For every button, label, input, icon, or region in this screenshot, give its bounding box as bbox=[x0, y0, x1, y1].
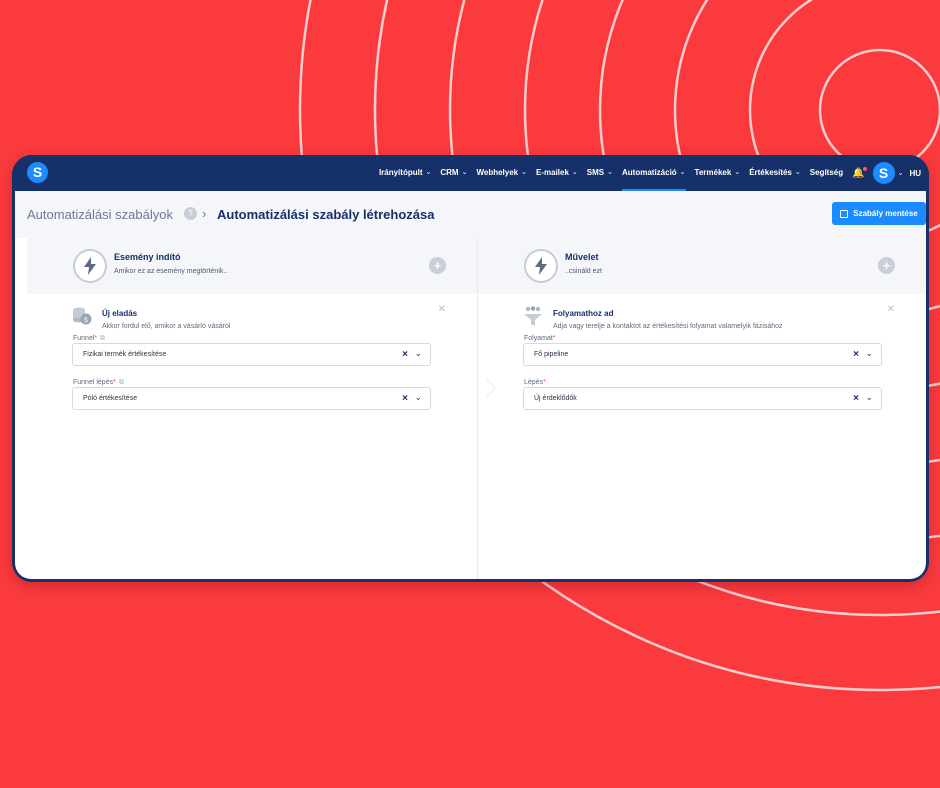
action-section-subtitle: ..csináld ezt bbox=[565, 268, 602, 275]
nav-item-sms[interactable]: SMS ⌄ bbox=[587, 155, 613, 191]
step-label: Lépés* bbox=[524, 379, 546, 386]
svg-text:$: $ bbox=[84, 316, 88, 324]
avatar[interactable]: S bbox=[872, 162, 895, 184]
pipeline-label: Folyamat* bbox=[524, 335, 556, 342]
chevron-down-icon[interactable]: ⌄ bbox=[865, 348, 873, 359]
breadcrumb-separator-icon: › bbox=[202, 206, 207, 221]
action-section-header: Művelet ..csináld ezt + bbox=[478, 238, 926, 294]
chevron-down-icon: ⌄ bbox=[679, 169, 686, 176]
page-title: Automatizálási szabály létrehozása bbox=[217, 207, 435, 222]
trigger-section-subtitle: Amikor ez az esemény megtörténik.. bbox=[114, 268, 228, 275]
nav-item-segitseg[interactable]: Segítség bbox=[810, 155, 843, 191]
add-action-button[interactable]: + bbox=[878, 257, 895, 274]
funnel-people-icon bbox=[524, 306, 542, 326]
trigger-section-header: Esemény indító Amikor ez az esemény megt… bbox=[27, 238, 477, 294]
trigger-item-title: Új eladás bbox=[102, 309, 138, 318]
page-header: Automatizálási szabályok ? › Automatizál… bbox=[15, 191, 926, 238]
external-link-icon: ⧉ bbox=[118, 379, 124, 386]
language-selector[interactable]: HU bbox=[909, 169, 921, 178]
funnel-select[interactable]: Fizikai termék értékesítése × ⌄ bbox=[72, 343, 431, 366]
app-logo[interactable]: S bbox=[27, 162, 48, 183]
external-link-icon: ⧉ bbox=[100, 335, 106, 342]
chevron-down-icon[interactable]: ⌄ bbox=[898, 169, 904, 177]
nav-menu: Irányítópult ⌄ CRM ⌄ Webhelyek ⌄ E-mailek ⌄ … bbox=[379, 155, 921, 191]
app-window: S Irányítópult ⌄ CRM ⌄ Webhelyek ⌄ E-mailek… bbox=[12, 155, 929, 582]
action-section-title: Művelet bbox=[565, 252, 599, 262]
action-item-title: Folyamathoz ad bbox=[553, 309, 614, 318]
lightning-bolt-icon bbox=[524, 249, 558, 283]
action-column: Művelet ..csináld ezt + Folyamathoz ad A… bbox=[477, 238, 926, 579]
trigger-column: Esemény indító Amikor ez az esemény megt… bbox=[27, 238, 477, 579]
save-rule-button[interactable]: Szabály mentése bbox=[832, 202, 926, 225]
funnel-step-label: Funnel lépés* ⧉ bbox=[73, 379, 124, 386]
chevron-down-icon[interactable]: ⌄ bbox=[414, 348, 422, 359]
close-icon[interactable]: ✕ bbox=[438, 304, 446, 315]
nav-item-iranyitopult[interactable]: Irányítópult ⌄ bbox=[379, 155, 431, 191]
breadcrumb-root[interactable]: Automatizálási szabályok bbox=[27, 207, 173, 222]
chevron-down-icon: ⌄ bbox=[607, 169, 613, 176]
lightning-bolt-icon bbox=[73, 249, 107, 283]
chevron-down-icon: ⌄ bbox=[571, 169, 578, 176]
trigger-section-title: Esemény indító bbox=[114, 252, 181, 262]
chevron-down-icon: ⌄ bbox=[734, 169, 741, 176]
chevron-down-icon: ⌄ bbox=[461, 169, 468, 176]
column-divider-arrow bbox=[486, 378, 496, 398]
main-content: Automatizálási szabályok ? › Automatizál… bbox=[15, 191, 926, 579]
clear-icon[interactable]: × bbox=[853, 393, 859, 404]
notification-dot bbox=[862, 166, 867, 171]
clear-icon[interactable]: × bbox=[402, 393, 408, 404]
nav-item-webhelyek[interactable]: Webhelyek ⌄ bbox=[476, 155, 527, 191]
nav-item-termekek[interactable]: Termékek ⌄ bbox=[695, 155, 741, 191]
nav-item-ertekesites[interactable]: Értékesítés ⌄ bbox=[749, 155, 801, 191]
funnel-label: Funnel* ⧉ bbox=[73, 335, 106, 342]
coins-icon: $ bbox=[73, 307, 92, 325]
help-icon[interactable]: ? bbox=[184, 207, 197, 220]
nav-item-automatizacio[interactable]: Automatizáció ⌄ bbox=[622, 155, 686, 191]
close-icon[interactable]: ✕ bbox=[887, 304, 895, 315]
add-trigger-button[interactable]: + bbox=[429, 257, 446, 274]
funnel-step-select[interactable]: Póló értékesítése × ⌄ bbox=[72, 387, 431, 410]
trigger-item-subtitle: Akkor fordul elő, amikor a vásárló vásár… bbox=[102, 323, 231, 330]
chevron-down-icon: ⌄ bbox=[521, 169, 527, 176]
top-navbar: S Irányítópult ⌄ CRM ⌄ Webhelyek ⌄ E-mailek… bbox=[12, 155, 929, 191]
chevron-down-icon: ⌄ bbox=[425, 169, 432, 176]
action-item-subtitle: Adja vagy terelje a kontaktot az értékes… bbox=[553, 323, 783, 330]
clear-icon[interactable]: × bbox=[853, 349, 859, 360]
chevron-down-icon: ⌄ bbox=[794, 169, 801, 176]
clear-icon[interactable]: × bbox=[402, 349, 408, 360]
nav-item-crm[interactable]: CRM ⌄ bbox=[440, 155, 467, 191]
pipeline-select[interactable]: Fő pipeline × ⌄ bbox=[523, 343, 882, 366]
chevron-down-icon[interactable]: ⌄ bbox=[865, 392, 873, 403]
step-select[interactable]: Új érdeklődők × ⌄ bbox=[523, 387, 882, 410]
floppy-disk-icon bbox=[840, 209, 849, 218]
chevron-down-icon[interactable]: ⌄ bbox=[414, 392, 422, 403]
nav-item-e-mailek[interactable]: E-mailek ⌄ bbox=[536, 155, 578, 191]
bell-icon[interactable]: 🔔 bbox=[852, 166, 867, 179]
